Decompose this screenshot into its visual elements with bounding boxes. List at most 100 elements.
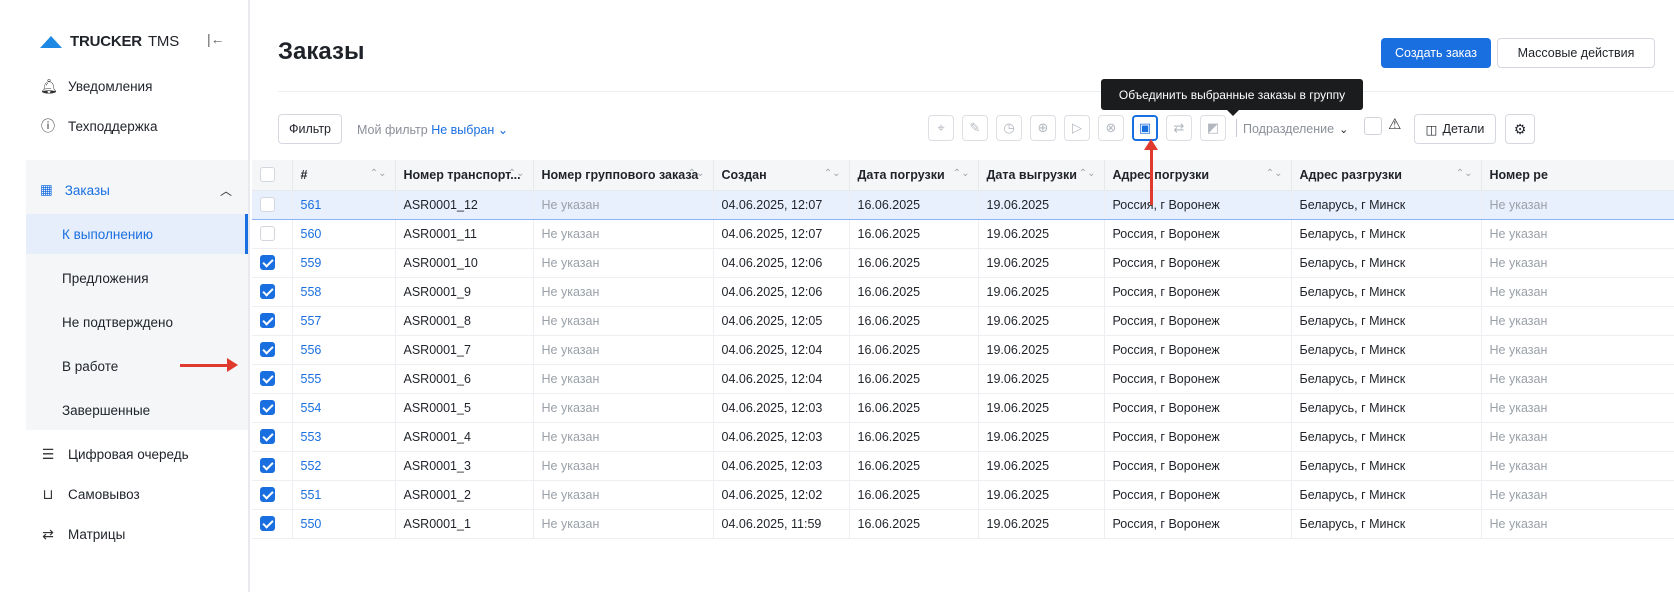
column-header[interactable]: Дата выгрузки ⌃⌄ bbox=[978, 160, 1105, 191]
play-icon[interactable]: ▷ bbox=[1064, 115, 1090, 141]
row-number-link[interactable]: 551 bbox=[292, 480, 396, 510]
table-row[interactable]: 557 ASR0001_8 Не указан 04.06.2025, 12:05 16… bbox=[252, 306, 1674, 336]
sidebar-item-digital-queue[interactable]: ☰ Цифровая очередь bbox=[40, 446, 189, 463]
logo-text-light: TMS bbox=[147, 33, 180, 50]
unload-date-cell: 19.06.2025 bbox=[978, 480, 1105, 510]
sidebar-subitem-offers[interactable]: Предложения bbox=[26, 258, 248, 298]
row-number-link[interactable]: 558 bbox=[292, 277, 396, 307]
table-row[interactable]: 551 ASR0001_2 Не указан 04.06.2025, 12:02 16… bbox=[252, 480, 1674, 510]
table-row[interactable]: 554 ASR0001_5 Не указан 04.06.2025, 12:03 16… bbox=[252, 393, 1674, 423]
group-order-cell: Не указан bbox=[533, 509, 714, 539]
merge-group-icon[interactable]: ▣ bbox=[1132, 115, 1158, 141]
row-number-link[interactable]: 559 bbox=[292, 248, 396, 278]
sort-icon[interactable]: ⌃⌄ bbox=[688, 168, 705, 179]
table-row[interactable]: 555 ASR0001_6 Не указан 04.06.2025, 12:04 16… bbox=[252, 364, 1674, 394]
table-row[interactable]: 561 ASR0001_12 Не указан 04.06.2025, 12:07 1… bbox=[252, 189, 1674, 220]
column-header[interactable]: Дата погрузки ⌃⌄ bbox=[849, 160, 979, 191]
my-filter-select[interactable]: Мой фильтр Не выбран ⌄ bbox=[357, 122, 508, 137]
sort-icon[interactable]: ⌃⌄ bbox=[824, 168, 841, 179]
sort-icon[interactable]: ⌃⌄ bbox=[1079, 168, 1096, 179]
details-button[interactable]: ◫ Детали bbox=[1414, 114, 1496, 144]
sidebar-subitem-to-execute[interactable]: К выполнению bbox=[26, 214, 248, 254]
column-header[interactable]: Адрес разгрузки ⌃⌄ bbox=[1291, 160, 1482, 191]
column-header[interactable]: Номер группового заказа ⌃⌄ bbox=[533, 160, 714, 191]
row-number-link[interactable]: 555 bbox=[292, 364, 396, 394]
attach-icon[interactable]: ✎ bbox=[962, 115, 988, 141]
unload-address-cell: Беларусь, г Минск bbox=[1291, 422, 1482, 452]
chevron-up-icon[interactable]: ︿ bbox=[220, 182, 232, 199]
bulk-actions-button[interactable]: Массовые действия bbox=[1497, 38, 1655, 68]
create-order-button[interactable]: Создать заказ bbox=[1381, 38, 1491, 68]
column-header[interactable]: # ⌃⌄ bbox=[292, 160, 396, 191]
column-header[interactable]: Адрес погрузки ⌃⌄ bbox=[1104, 160, 1292, 191]
row-number-link[interactable]: 550 bbox=[292, 509, 396, 539]
row-checkbox[interactable] bbox=[260, 400, 275, 416]
created-cell: 04.06.2025, 12:07 bbox=[713, 219, 850, 249]
row-checkbox[interactable] bbox=[260, 429, 275, 445]
select-all-checkbox[interactable] bbox=[260, 167, 275, 183]
column-header[interactable]: Создан ⌃⌄ bbox=[713, 160, 850, 191]
row-number-link[interactable]: 560 bbox=[292, 219, 396, 249]
sidebar-item-pickup[interactable]: ⊔ Самовывоз bbox=[40, 486, 140, 503]
table-row[interactable]: 550 ASR0001_1 Не указан 04.06.2025, 11:59 16… bbox=[252, 509, 1674, 539]
sidebar-subitem-completed[interactable]: Завершенные bbox=[26, 390, 248, 430]
timer-icon[interactable]: ◷ bbox=[996, 115, 1022, 141]
table-row[interactable]: 556 ASR0001_7 Не указан 04.06.2025, 12:04 16… bbox=[252, 335, 1674, 365]
load-date-cell: 16.06.2025 bbox=[849, 277, 979, 307]
row-number-link[interactable]: 561 bbox=[292, 189, 396, 220]
sort-icon[interactable]: ⌃⌄ bbox=[370, 168, 387, 179]
table-header-row: # ⌃⌄ Номер транспорт... ⌃⌄ Номер групповог… bbox=[252, 160, 1674, 191]
row-number-link[interactable]: 553 bbox=[292, 422, 396, 452]
sort-icon[interactable]: ⌃⌄ bbox=[1266, 168, 1283, 179]
crosshair-icon[interactable]: ⌖ bbox=[928, 115, 954, 141]
row-checkbox[interactable] bbox=[260, 458, 275, 474]
filter-button[interactable]: Фильтр bbox=[278, 114, 342, 144]
table-row[interactable]: 560 ASR0001_11 Не указан 04.06.2025, 12:07 1… bbox=[252, 219, 1674, 249]
row-checkbox[interactable] bbox=[260, 371, 275, 387]
transport-number-cell: ASR0001_10 bbox=[395, 248, 534, 278]
warning-icon[interactable]: ⚠ bbox=[1388, 115, 1401, 133]
row-checkbox[interactable] bbox=[260, 313, 275, 329]
sidebar-item-notifications[interactable]: 🔔︎ Уведомления bbox=[40, 78, 152, 95]
sort-icon[interactable]: ⌃⌄ bbox=[508, 168, 525, 179]
sidebar-item-matrices[interactable]: ⇄ Матрицы bbox=[40, 526, 125, 543]
column-header[interactable]: Номер ре bbox=[1481, 160, 1674, 191]
row-checkbox[interactable] bbox=[260, 487, 275, 503]
swap-icon: ⇄ bbox=[42, 526, 54, 542]
reg-number-cell: Не указан bbox=[1481, 480, 1674, 510]
sidebar-item-support[interactable]: ⓘ Техподдержка bbox=[40, 116, 157, 136]
row-checkbox[interactable] bbox=[260, 516, 275, 532]
unlink-icon[interactable]: ◩ bbox=[1200, 115, 1226, 141]
toolbar-checkbox[interactable] bbox=[1364, 117, 1382, 135]
collapse-sidebar-icon[interactable]: |← bbox=[207, 31, 225, 47]
row-checkbox[interactable] bbox=[260, 284, 275, 300]
sidebar-item-orders[interactable]: ▦ Заказы ︿ bbox=[40, 182, 232, 198]
row-number-link[interactable]: 556 bbox=[292, 335, 396, 365]
row-number-link[interactable]: 554 bbox=[292, 393, 396, 423]
cancel-icon[interactable]: ⊗ bbox=[1098, 115, 1124, 141]
row-number-link[interactable]: 552 bbox=[292, 451, 396, 481]
table-row[interactable]: 559 ASR0001_10 Не указан 04.06.2025, 12:06 1… bbox=[252, 248, 1674, 278]
sidebar-item-label: Цифровая очередь bbox=[68, 447, 189, 462]
zoom-icon[interactable]: ⊕ bbox=[1030, 115, 1056, 141]
row-checkbox[interactable] bbox=[260, 342, 275, 358]
row-checkbox[interactable] bbox=[260, 197, 275, 213]
column-header[interactable]: Номер транспорт... ⌃⌄ bbox=[395, 160, 534, 191]
sidebar-subitem-unconfirmed[interactable]: Не подтверждено bbox=[26, 302, 248, 342]
gear-icon[interactable]: ⚙ bbox=[1505, 114, 1535, 144]
row-checkbox[interactable] bbox=[260, 226, 275, 242]
sort-icon[interactable]: ⌃⌄ bbox=[953, 168, 970, 179]
table-row[interactable]: 558 ASR0001_9 Не указан 04.06.2025, 12:06 16… bbox=[252, 277, 1674, 307]
row-checkbox[interactable] bbox=[260, 255, 275, 271]
swap-arrows-icon[interactable]: ⇄ bbox=[1166, 115, 1192, 141]
table-row[interactable]: 553 ASR0001_4 Не указан 04.06.2025, 12:03 16… bbox=[252, 422, 1674, 452]
list-icon: ☰ bbox=[41, 446, 55, 462]
table-row[interactable]: 552 ASR0001_3 Не указан 04.06.2025, 12:03 16… bbox=[252, 451, 1674, 481]
reg-number-cell: Не указан bbox=[1481, 277, 1674, 307]
logo[interactable]: TRUCKER TMS bbox=[40, 33, 179, 50]
sort-icon[interactable]: ⌃⌄ bbox=[1456, 168, 1473, 179]
select-all-header[interactable] bbox=[252, 160, 293, 191]
division-select[interactable]: Подразделение ⌄ bbox=[1243, 122, 1348, 136]
load-date-cell: 16.06.2025 bbox=[849, 335, 979, 365]
row-number-link[interactable]: 557 bbox=[292, 306, 396, 336]
